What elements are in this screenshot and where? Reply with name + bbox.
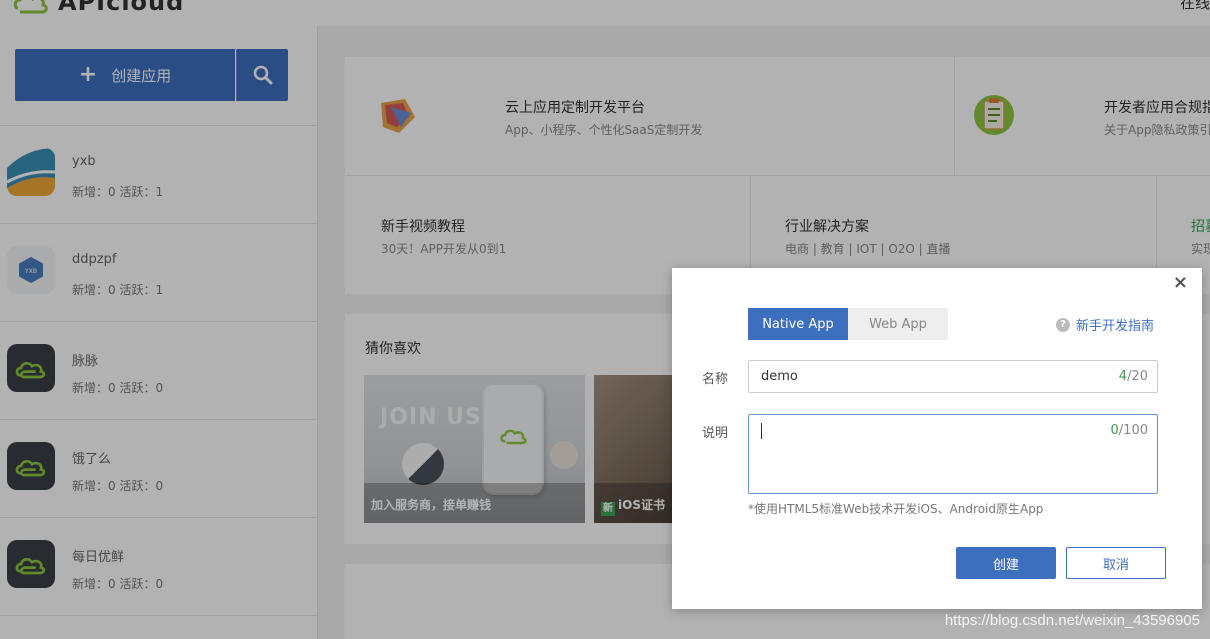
close-icon[interactable]: × [1173,272,1188,293]
name-char-counter: 4/20 [1119,369,1148,384]
name-count: 4 [1118,369,1128,384]
native-app-hint: *使用HTML5标准Web技术开发iOS、Android原生App [748,502,1044,516]
create-button[interactable]: 创建 [956,547,1056,579]
desc-count: 0 [1110,423,1119,438]
name-label: 名称 [702,372,729,387]
text-caret [761,423,762,439]
description-label: 说明 [702,426,729,441]
app-type-switch: Native App Web App [748,308,948,340]
app-name-input[interactable]: demo 4/20 [748,360,1158,393]
desc-char-counter: 0/100 [1111,423,1148,438]
name-max: /20 [1127,369,1148,384]
create-app-dialog: × Native App Web App ? 新手开发指南 名称 demo 4/… [672,268,1202,609]
cancel-button[interactable]: 取消 [1066,547,1166,579]
app-description-input[interactable]: 0/100 [748,414,1158,494]
watermark: https://blog.csdn.net/weixin_43596905 [944,612,1200,629]
desc-max: /100 [1118,423,1148,438]
dev-guide-label: 新手开发指南 [1075,319,1154,334]
dev-guide-link[interactable]: ? 新手开发指南 [1055,315,1154,334]
tab-web-app[interactable]: Web App [848,308,948,340]
tab-native-app[interactable]: Native App [748,308,848,340]
app-name-value: demo [761,369,798,384]
question-icon: ? [1055,317,1070,332]
